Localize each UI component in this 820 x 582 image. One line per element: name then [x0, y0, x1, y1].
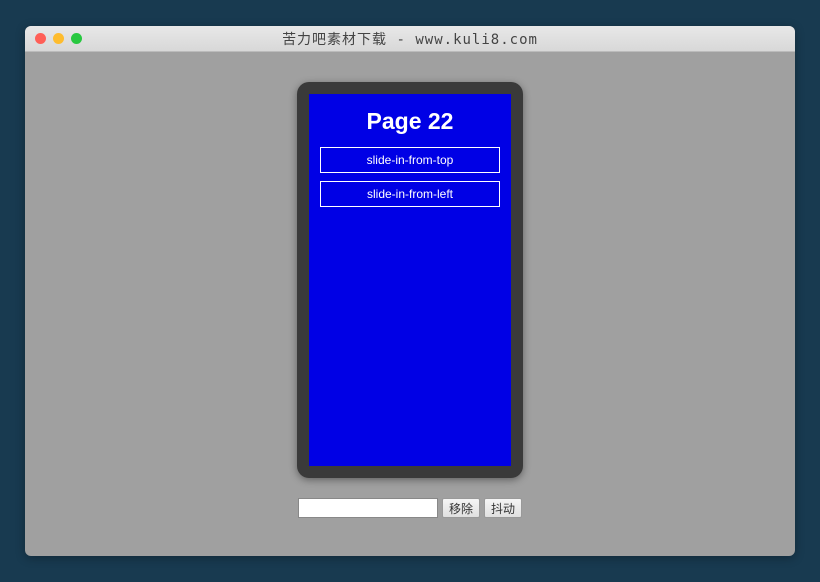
slide-in-from-top-button[interactable]: slide-in-from-top [320, 147, 500, 173]
phone-frame: Page 22 slide-in-from-top slide-in-from-… [297, 82, 523, 478]
app-window: 苦力吧素材下载 - www.kuli8.com Page 22 slide-in… [25, 26, 795, 556]
remove-button[interactable]: 移除 [442, 498, 480, 518]
page-title: Page 22 [367, 108, 454, 135]
maximize-icon[interactable] [71, 33, 82, 44]
traffic-lights [25, 33, 82, 44]
phone-screen: Page 22 slide-in-from-top slide-in-from-… [309, 94, 511, 466]
slide-in-from-left-button[interactable]: slide-in-from-left [320, 181, 500, 207]
window-title: 苦力吧素材下载 - www.kuli8.com [25, 29, 795, 49]
close-icon[interactable] [35, 33, 46, 44]
text-input[interactable] [298, 498, 438, 518]
minimize-icon[interactable] [53, 33, 64, 44]
titlebar: 苦力吧素材下载 - www.kuli8.com [25, 26, 795, 52]
shake-button[interactable]: 抖动 [484, 498, 522, 518]
controls-row: 移除 抖动 [298, 498, 522, 518]
content-area: Page 22 slide-in-from-top slide-in-from-… [25, 52, 795, 556]
